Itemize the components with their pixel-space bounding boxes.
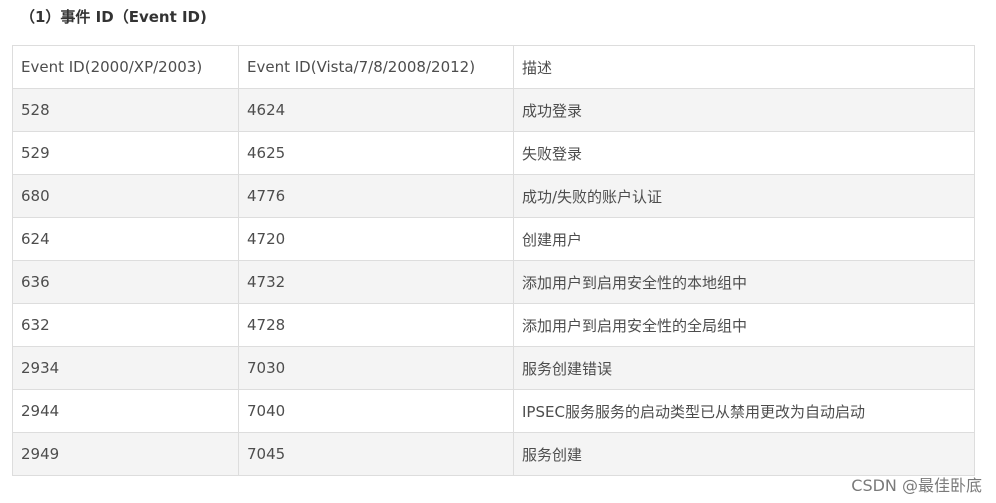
modern-event-id-cell: 4720 <box>238 217 514 261</box>
header-description: 描述 <box>513 45 975 89</box>
legacy-event-id-cell: 2934 <box>12 346 239 390</box>
modern-event-id-cell: 4625 <box>238 131 514 175</box>
modern-event-id-cell: 4728 <box>238 303 514 347</box>
description-cell: 创建用户 <box>513 217 975 261</box>
table-row: 680 4776 成功/失败的账户认证 <box>12 174 975 218</box>
legacy-event-id-cell: 529 <box>12 131 239 175</box>
section-heading: （1）事件 ID（Event ID) <box>20 8 207 26</box>
header-legacy-event-id: Event ID(2000/XP/2003) <box>12 45 239 89</box>
legacy-event-id-cell: 680 <box>12 174 239 218</box>
legacy-event-id-cell: 636 <box>12 260 239 304</box>
description-cell: 添加用户到启用安全性的本地组中 <box>513 260 975 304</box>
description-cell: IPSEC服务服务的启动类型已从禁用更改为自动启动 <box>513 389 975 433</box>
legacy-event-id-cell: 528 <box>12 88 239 132</box>
modern-event-id-cell: 4776 <box>238 174 514 218</box>
table-row: 528 4624 成功登录 <box>12 88 975 132</box>
legacy-event-id-cell: 2949 <box>12 432 239 476</box>
csdn-watermark: CSDN @最佳卧底 <box>851 476 982 495</box>
description-cell: 服务创建 <box>513 432 975 476</box>
table-row: 624 4720 创建用户 <box>12 217 975 261</box>
description-cell: 成功登录 <box>513 88 975 132</box>
modern-event-id-cell: 7040 <box>238 389 514 433</box>
table-row: 2934 7030 服务创建错误 <box>12 346 975 390</box>
event-id-table: Event ID(2000/XP/2003) Event ID(Vista/7/… <box>12 45 975 476</box>
description-cell: 成功/失败的账户认证 <box>513 174 975 218</box>
modern-event-id-cell: 7030 <box>238 346 514 390</box>
table-row: 636 4732 添加用户到启用安全性的本地组中 <box>12 260 975 304</box>
description-cell: 服务创建错误 <box>513 346 975 390</box>
description-cell: 失败登录 <box>513 131 975 175</box>
legacy-event-id-cell: 632 <box>12 303 239 347</box>
table-header-row: Event ID(2000/XP/2003) Event ID(Vista/7/… <box>12 45 975 89</box>
table-row: 632 4728 添加用户到启用安全性的全局组中 <box>12 303 975 347</box>
legacy-event-id-cell: 2944 <box>12 389 239 433</box>
legacy-event-id-cell: 624 <box>12 217 239 261</box>
modern-event-id-cell: 7045 <box>238 432 514 476</box>
header-modern-event-id: Event ID(Vista/7/8/2008/2012) <box>238 45 514 89</box>
description-cell: 添加用户到启用安全性的全局组中 <box>513 303 975 347</box>
table-row: 2949 7045 服务创建 <box>12 432 975 476</box>
table-row: 2944 7040 IPSEC服务服务的启动类型已从禁用更改为自动启动 <box>12 389 975 433</box>
table-row: 529 4625 失败登录 <box>12 131 975 175</box>
modern-event-id-cell: 4624 <box>238 88 514 132</box>
modern-event-id-cell: 4732 <box>238 260 514 304</box>
